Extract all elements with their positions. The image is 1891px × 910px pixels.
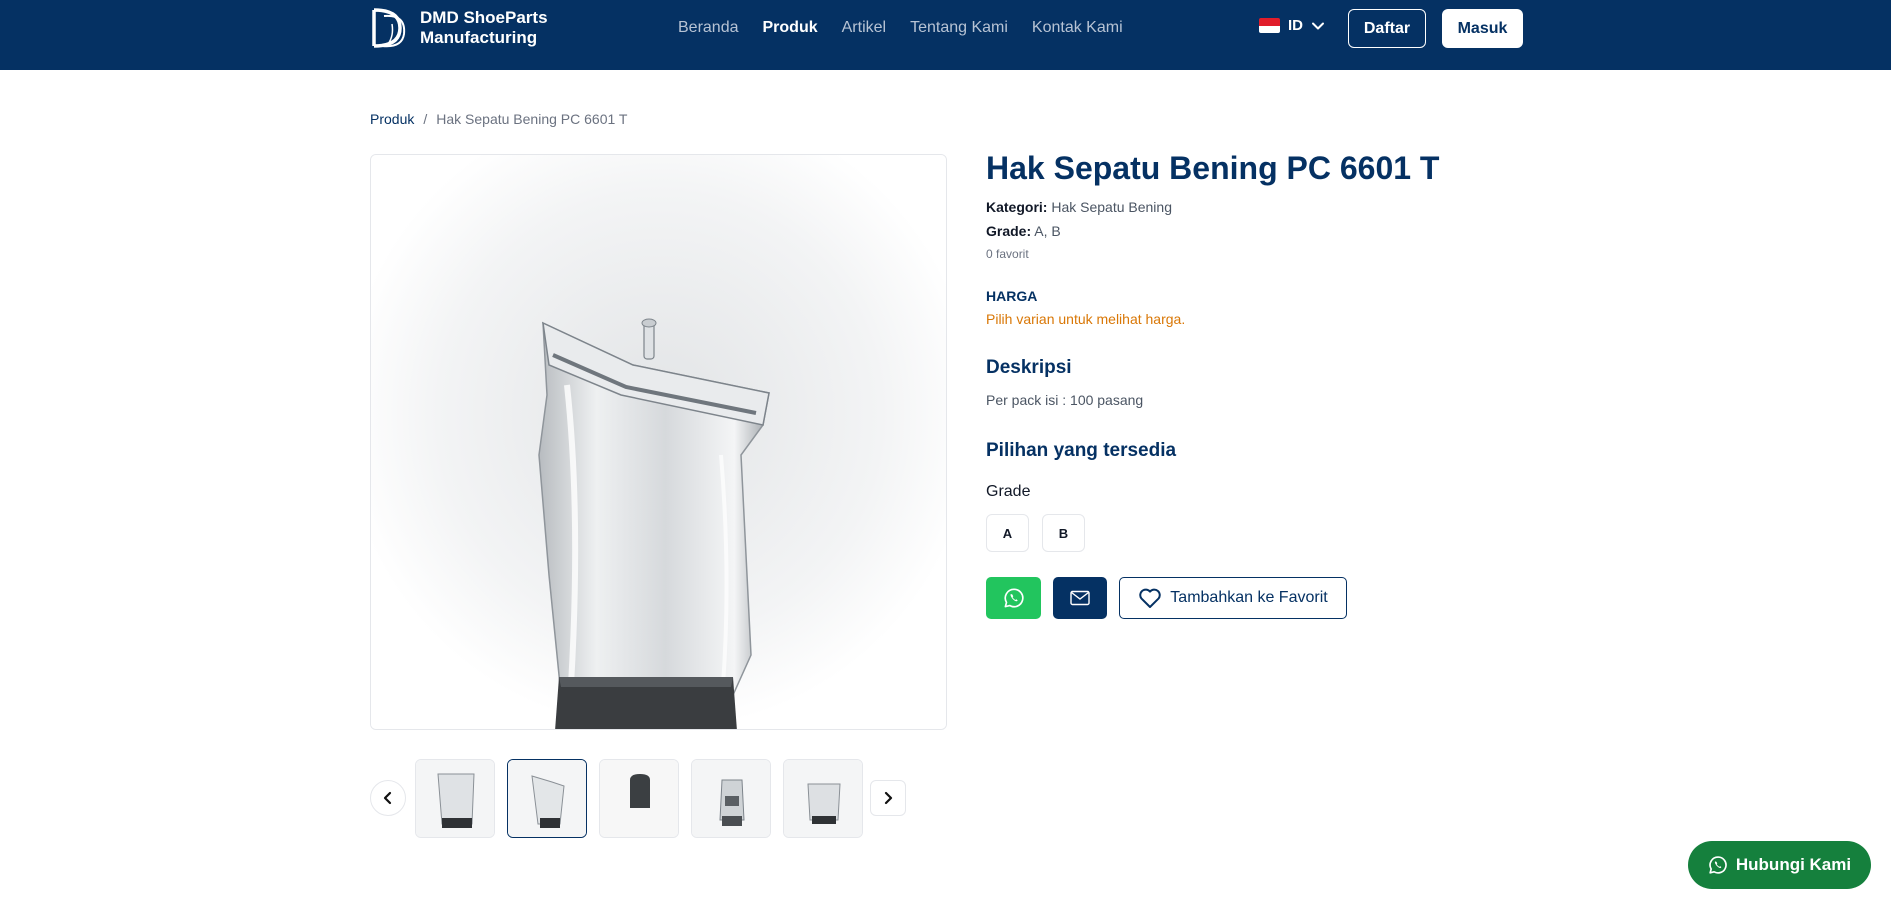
product-title: Hak Sepatu Bening PC 6601 T [986,150,1440,186]
options-title: Pilihan yang tersedia [986,440,1177,461]
grade-option-a[interactable]: A [986,514,1029,552]
brand-name: DMD ShoeParts Manufacturing [420,8,548,48]
gallery-thumbnail[interactable] [507,759,587,838]
nav-item-kontak-kami[interactable]: Kontak Kami [1032,17,1123,39]
chevron-right-icon [884,791,893,805]
contact-us-label: Hubungi Kami [1735,855,1852,874]
category-value: Hak Sepatu Bening [1051,199,1172,215]
gallery-prev-button[interactable] [370,780,406,816]
description-title: Deskripsi [986,357,1072,378]
clear-shoe-heel-image [371,155,946,729]
indonesia-flag-icon [1259,18,1280,33]
add-to-favorite-button[interactable]: Tambahkan ke Favorit [1119,577,1347,619]
thumbnail-top-lift-image [600,760,678,837]
nav-item-tentang-kami[interactable]: Tentang Kami [910,17,1008,39]
email-button[interactable] [1053,577,1107,619]
add-to-favorite-label: Tambahkan ke Favorit [1170,589,1328,606]
register-button[interactable]: Daftar [1348,9,1426,48]
logo-mark-icon [372,8,406,48]
site-header: DMD ShoeParts Manufacturing Beranda Prod… [0,0,1891,70]
main-nav: Beranda Produk Artikel Tentang Kami Kont… [678,17,1123,39]
gallery-thumbnail[interactable] [783,759,863,838]
breadcrumb-current: Hak Sepatu Bening PC 6601 T [436,111,628,127]
chevron-down-icon [1312,22,1324,29]
gallery-next-button[interactable] [870,780,906,816]
favorite-count: 0 favorit [986,247,1029,261]
brand-line-2: Manufacturing [420,28,538,47]
category-label: Kategori: [986,199,1048,215]
login-button[interactable]: Masuk [1442,9,1523,48]
price-label: HARGA [986,288,1038,304]
grade-option-b[interactable]: B [1042,514,1085,552]
option-group-label: Grade [986,483,1031,500]
whatsapp-icon [1709,856,1727,874]
brand-logo[interactable]: DMD ShoeParts Manufacturing [370,6,548,50]
nav-item-beranda[interactable]: Beranda [678,17,739,39]
thumbnail-heel-back-image [784,760,862,837]
grade-value: A, B [1034,223,1061,239]
language-selector[interactable]: ID [1259,17,1325,34]
grade-label: Grade: [986,223,1032,239]
brand-line-1: DMD ShoeParts [420,8,548,27]
product-main-image[interactable] [370,154,947,730]
breadcrumb-separator: / [423,111,428,127]
thumbnail-heel-side-image [508,760,586,837]
thumbnail-heel-angle-image [692,760,770,837]
gallery-thumbnail[interactable] [599,759,679,838]
mail-icon [1070,590,1090,606]
description-text: Per pack isi : 100 pasang [986,392,1144,408]
price-note: Pilih varian untuk melihat harga. [986,311,1186,327]
product-grade: Grade: A, B [986,223,1061,239]
nav-item-produk[interactable]: Produk [763,17,818,39]
product-category: Kategori: Hak Sepatu Bening [986,199,1172,215]
chevron-left-icon [383,791,392,805]
contact-us-floating-button[interactable]: Hubungi Kami [1688,841,1871,889]
language-code: ID [1288,17,1303,34]
nav-item-artikel[interactable]: Artikel [842,17,886,39]
thumbnail-heel-front-image [416,760,494,837]
whatsapp-icon [1003,588,1024,608]
gallery-thumbnail[interactable] [691,759,771,838]
breadcrumb-produk-link[interactable]: Produk [370,111,414,127]
breadcrumb: Produk / Hak Sepatu Bening PC 6601 T [370,111,627,127]
heart-icon [1139,588,1162,608]
gallery-thumbnail[interactable] [415,759,495,838]
whatsapp-button[interactable] [986,577,1041,619]
